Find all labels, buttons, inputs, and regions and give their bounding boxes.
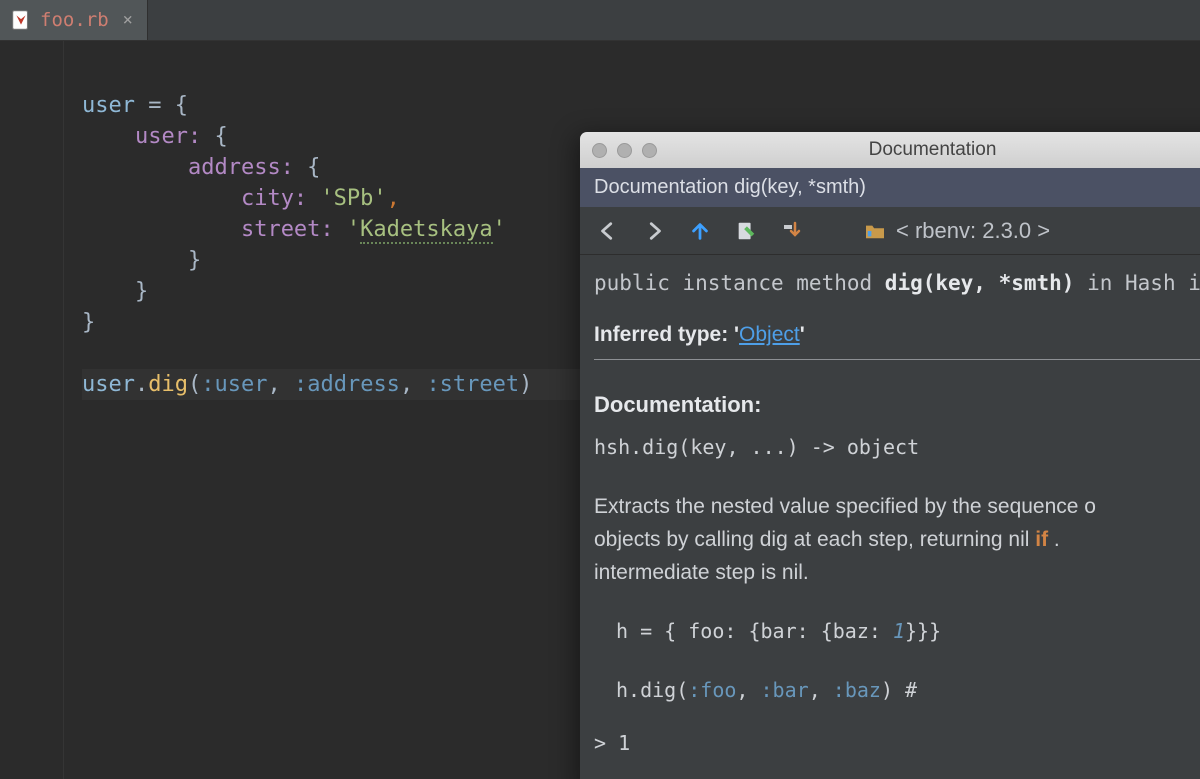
titlebar[interactable]: Documentation bbox=[580, 132, 1200, 168]
object-link[interactable]: Object bbox=[739, 323, 800, 346]
window-title: Documentation bbox=[617, 139, 1200, 161]
gutter bbox=[0, 41, 64, 779]
auto-scroll-icon[interactable] bbox=[778, 217, 806, 245]
ruby-file-icon bbox=[10, 9, 32, 31]
doc-body: public instance method dig(key, *smth) i… bbox=[580, 255, 1200, 760]
sdk-selector[interactable]: < rbenv: 2.3.0 > bbox=[864, 218, 1050, 244]
code-token: user bbox=[82, 93, 135, 118]
divider bbox=[594, 359, 1200, 360]
description: Extracts the nested value specified by t… bbox=[594, 490, 1200, 589]
example-2: h.dig(:foo, :bar, :baz) # bbox=[594, 674, 1200, 707]
forward-icon[interactable] bbox=[640, 217, 668, 245]
back-icon[interactable] bbox=[594, 217, 622, 245]
spellcheck-underline: Kadetskaya bbox=[360, 217, 492, 244]
usage-line: hsh.dig(key, ...) -> object bbox=[594, 431, 1200, 464]
tab-foo-rb[interactable]: foo.rb × bbox=[0, 0, 148, 40]
edit-source-icon[interactable] bbox=[732, 217, 760, 245]
doc-subtitle: Documentation dig(key, *smth) bbox=[580, 168, 1200, 207]
example-1: h = { foo: {bar: {baz: 1}}} bbox=[594, 615, 1200, 648]
tab-filename: foo.rb bbox=[40, 9, 109, 31]
up-arrow-icon[interactable] bbox=[686, 217, 714, 245]
folder-icon bbox=[864, 222, 886, 240]
doc-heading: Documentation: bbox=[594, 388, 1200, 421]
doc-toolbar: < rbenv: 2.3.0 > bbox=[580, 207, 1200, 255]
tab-bar: foo.rb × bbox=[0, 0, 1200, 41]
inferred-type-line: Inferred type: 'Object' bbox=[594, 318, 1200, 351]
documentation-window[interactable]: Documentation Documentation dig(key, *sm… bbox=[580, 132, 1200, 779]
signature-line: public instance method dig(key, *smth) i… bbox=[594, 267, 1200, 300]
example-result: > 1 bbox=[594, 727, 1200, 760]
close-window-icon[interactable] bbox=[592, 143, 607, 158]
close-icon[interactable]: × bbox=[123, 10, 133, 30]
